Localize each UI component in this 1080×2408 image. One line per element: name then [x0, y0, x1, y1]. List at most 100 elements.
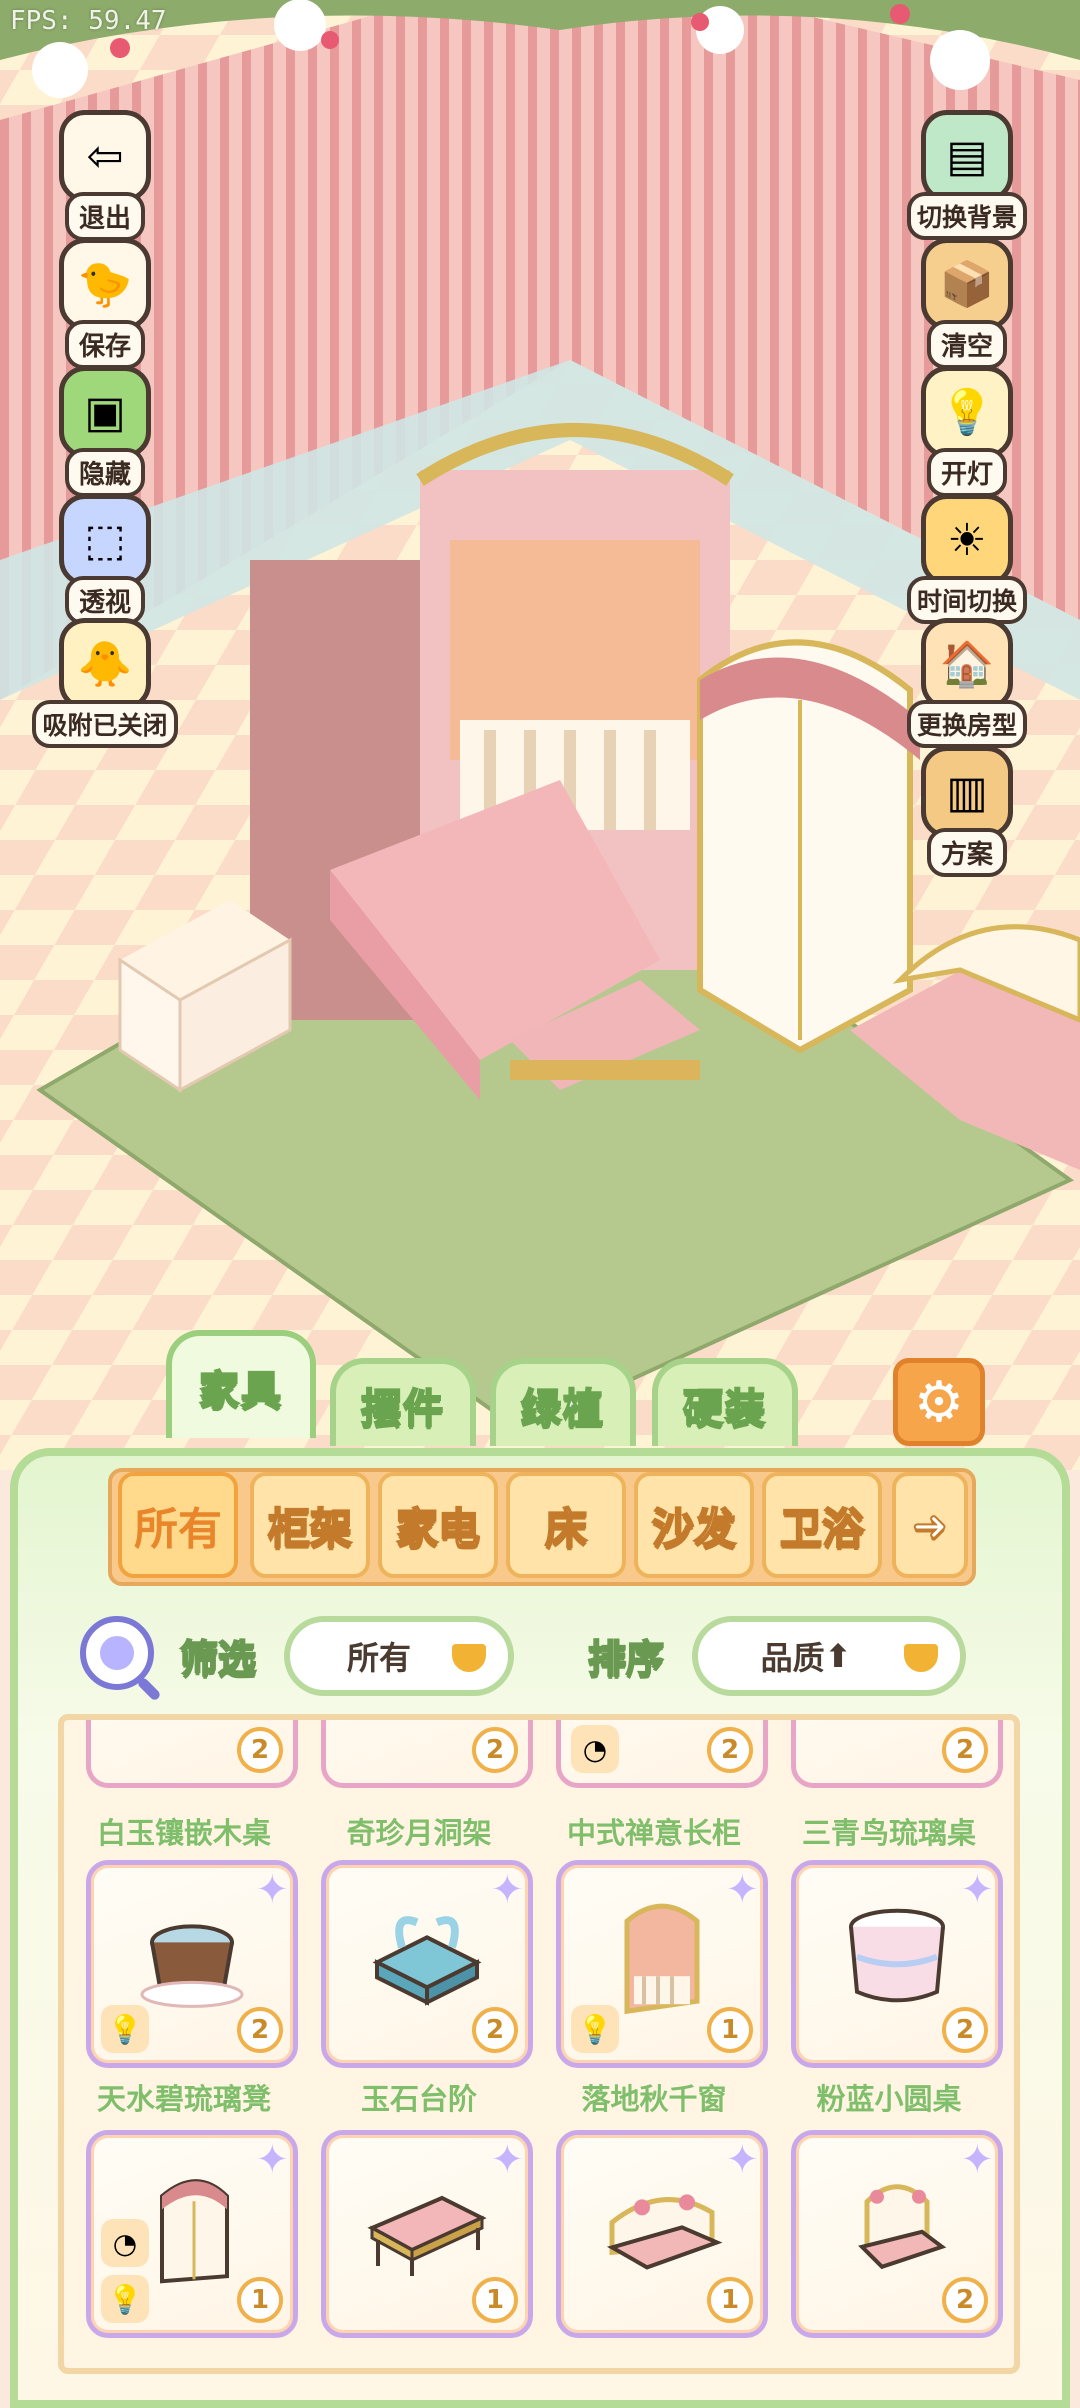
- category-sofa[interactable]: 沙发: [634, 1472, 754, 1578]
- item-card[interactable]: 2: [86, 1720, 298, 1788]
- sun-time-icon: ☀: [921, 494, 1013, 586]
- hint-icon: ◔: [571, 1725, 619, 1773]
- category-appliances-label: 家电: [395, 1503, 481, 1554]
- clear-box-icon: 📦: [921, 238, 1013, 330]
- category-all-label: 所有: [134, 1504, 222, 1555]
- exit-button[interactable]: ⇦ 退出: [53, 110, 157, 241]
- save-button[interactable]: 🐤 保存: [53, 238, 157, 369]
- item-card[interactable]: ✦ ◔ 💡 1: [86, 2130, 298, 2338]
- search-button[interactable]: [80, 1616, 154, 1690]
- item-name: 粉蓝小圆桌: [816, 2082, 962, 2116]
- category-sofa-label: 沙发: [651, 1503, 737, 1554]
- item-count: 2: [472, 1727, 518, 1773]
- item-card[interactable]: ◔ 2: [556, 1720, 768, 1788]
- switch-background-label: 切换背景: [906, 192, 1027, 240]
- item-count: 2: [237, 1727, 283, 1773]
- tab-furniture[interactable]: 家具: [166, 1330, 316, 1438]
- armchair-icon: [858, 2184, 947, 2270]
- lamp-icon: 💡: [921, 366, 1013, 458]
- item-card[interactable]: ✦ 1: [556, 2130, 768, 2338]
- category-more-button[interactable]: ➜: [892, 1472, 968, 1578]
- wardrobe-icon: [160, 2179, 229, 2284]
- save-label: 保存: [64, 320, 145, 369]
- category-bed[interactable]: 床: [506, 1472, 626, 1578]
- hide-label: 隐藏: [64, 448, 145, 497]
- category-all[interactable]: 所有: [118, 1472, 238, 1578]
- sparkle-icon: ✦: [960, 2137, 994, 2183]
- sparkle-icon: ✦: [490, 2137, 524, 2183]
- item-count: 1: [472, 2277, 518, 2323]
- sparkle-icon: ✦: [490, 1867, 524, 1913]
- jade-steps-icon: [372, 1916, 482, 2006]
- tab-plants-label: 绿植: [520, 1385, 605, 1433]
- category-shelves[interactable]: 柜架: [250, 1472, 370, 1578]
- category-bed-label: 床: [544, 1503, 588, 1554]
- item-count: 2: [942, 2277, 988, 2323]
- item-count: 2: [237, 2007, 283, 2053]
- hint-icon: 💡: [101, 2275, 149, 2323]
- category-appliances[interactable]: 家电: [378, 1472, 498, 1578]
- sort-value: 品质: [760, 1639, 825, 1677]
- arrow-up-icon: ⬆: [824, 1637, 852, 1675]
- dropdown-caret-icon: [904, 1644, 938, 1672]
- switch-background-button[interactable]: ▤ 切换背景: [906, 110, 1027, 240]
- plan-folder-icon: ▥: [921, 746, 1013, 838]
- item-grid[interactable]: 2 2 ◔ 2 2 白玉镶嵌木桌 奇珍月洞架 中式禅意长柜 三青鸟琉璃桌 ✦ 💡…: [58, 1714, 1020, 2374]
- hint-icon: 💡: [571, 2005, 619, 2053]
- category-bathroom[interactable]: 卫浴: [762, 1472, 882, 1578]
- item-name: 天水碧琉璃凳: [96, 2082, 271, 2116]
- item-card[interactable]: ✦ 2: [791, 1860, 1003, 2068]
- item-card[interactable]: ✦ 2: [321, 1860, 533, 2068]
- hide-frame-icon: ▣: [59, 366, 151, 458]
- tab-furniture-label: 家具: [198, 1367, 283, 1415]
- magnifier-icon: [100, 1636, 134, 1670]
- chick-save-icon: 🐤: [59, 238, 151, 330]
- light-button[interactable]: 💡 开灯: [915, 366, 1019, 497]
- category-bathroom-label: 卫浴: [779, 1503, 865, 1554]
- swing-window-icon: [624, 1903, 700, 2015]
- tab-plants[interactable]: 绿植: [490, 1358, 636, 1446]
- hide-button[interactable]: ▣ 隐藏: [53, 366, 157, 497]
- item-count: 2: [707, 1727, 753, 1773]
- category-shelves-label: 柜架: [267, 1503, 353, 1554]
- light-label: 开灯: [926, 448, 1007, 497]
- chicks-snap-icon: 🐥: [59, 618, 151, 710]
- item-name: 中式禅意长柜: [566, 1816, 741, 1850]
- plan-button[interactable]: ▥ 方案: [915, 746, 1019, 877]
- item-card[interactable]: 2: [321, 1720, 533, 1788]
- item-name: 玉石台阶: [360, 2082, 477, 2116]
- hint-icon: 💡: [101, 2005, 149, 2053]
- item-card[interactable]: ✦ 2: [791, 2130, 1003, 2338]
- background-switch-icon: ▤: [921, 110, 1013, 202]
- clear-button[interactable]: 📦 清空: [915, 238, 1019, 369]
- sparkle-icon: ✦: [960, 1867, 994, 1913]
- item-count: 1: [707, 2007, 753, 2053]
- sparkle-icon: ✦: [255, 2137, 289, 2183]
- change-room-button[interactable]: 🏠 更换房型: [906, 618, 1027, 748]
- clear-label: 清空: [926, 320, 1007, 369]
- filter-value: 所有: [346, 1639, 411, 1677]
- tab-ornaments-label: 摆件: [360, 1385, 445, 1433]
- filter-dropdown[interactable]: 所有: [284, 1616, 514, 1696]
- item-card[interactable]: ✦ 1: [321, 2130, 533, 2338]
- snap-label: 吸附已关闭: [32, 700, 178, 748]
- round-table-icon: [849, 1908, 945, 2003]
- item-card[interactable]: ✦ 💡 2: [86, 1860, 298, 2068]
- item-count: 2: [942, 1727, 988, 1773]
- snap-toggle-button[interactable]: 🐥 吸附已关闭: [32, 618, 178, 748]
- stool-icon: [140, 1924, 244, 2008]
- item-count: 2: [472, 2007, 518, 2053]
- settings-button[interactable]: ⚙: [893, 1358, 985, 1446]
- exit-label: 退出: [64, 192, 145, 241]
- sort-dropdown[interactable]: 品质 ⬆: [692, 1616, 966, 1696]
- tab-hardware[interactable]: 硬装: [652, 1358, 798, 1446]
- tab-ornaments[interactable]: 摆件: [330, 1358, 476, 1446]
- perspective-button[interactable]: ⬚ 透视: [53, 494, 157, 625]
- room-scene[interactable]: FPS: 59.47 ⇦ 退出 🐤 保存 ▣ 隐藏 ⬚ 透视 🐥 吸附已关闭 ▤…: [0, 0, 1080, 1470]
- time-switch-button[interactable]: ☀ 时间切换: [906, 494, 1027, 624]
- item-name: 三青鸟琉璃桌: [801, 1816, 976, 1850]
- fps-counter: FPS: 59.47: [10, 6, 167, 36]
- item-card[interactable]: ✦ 💡 1: [556, 1860, 768, 2068]
- sparkle-icon: ✦: [725, 1867, 759, 1913]
- item-card[interactable]: 2: [791, 1720, 1003, 1788]
